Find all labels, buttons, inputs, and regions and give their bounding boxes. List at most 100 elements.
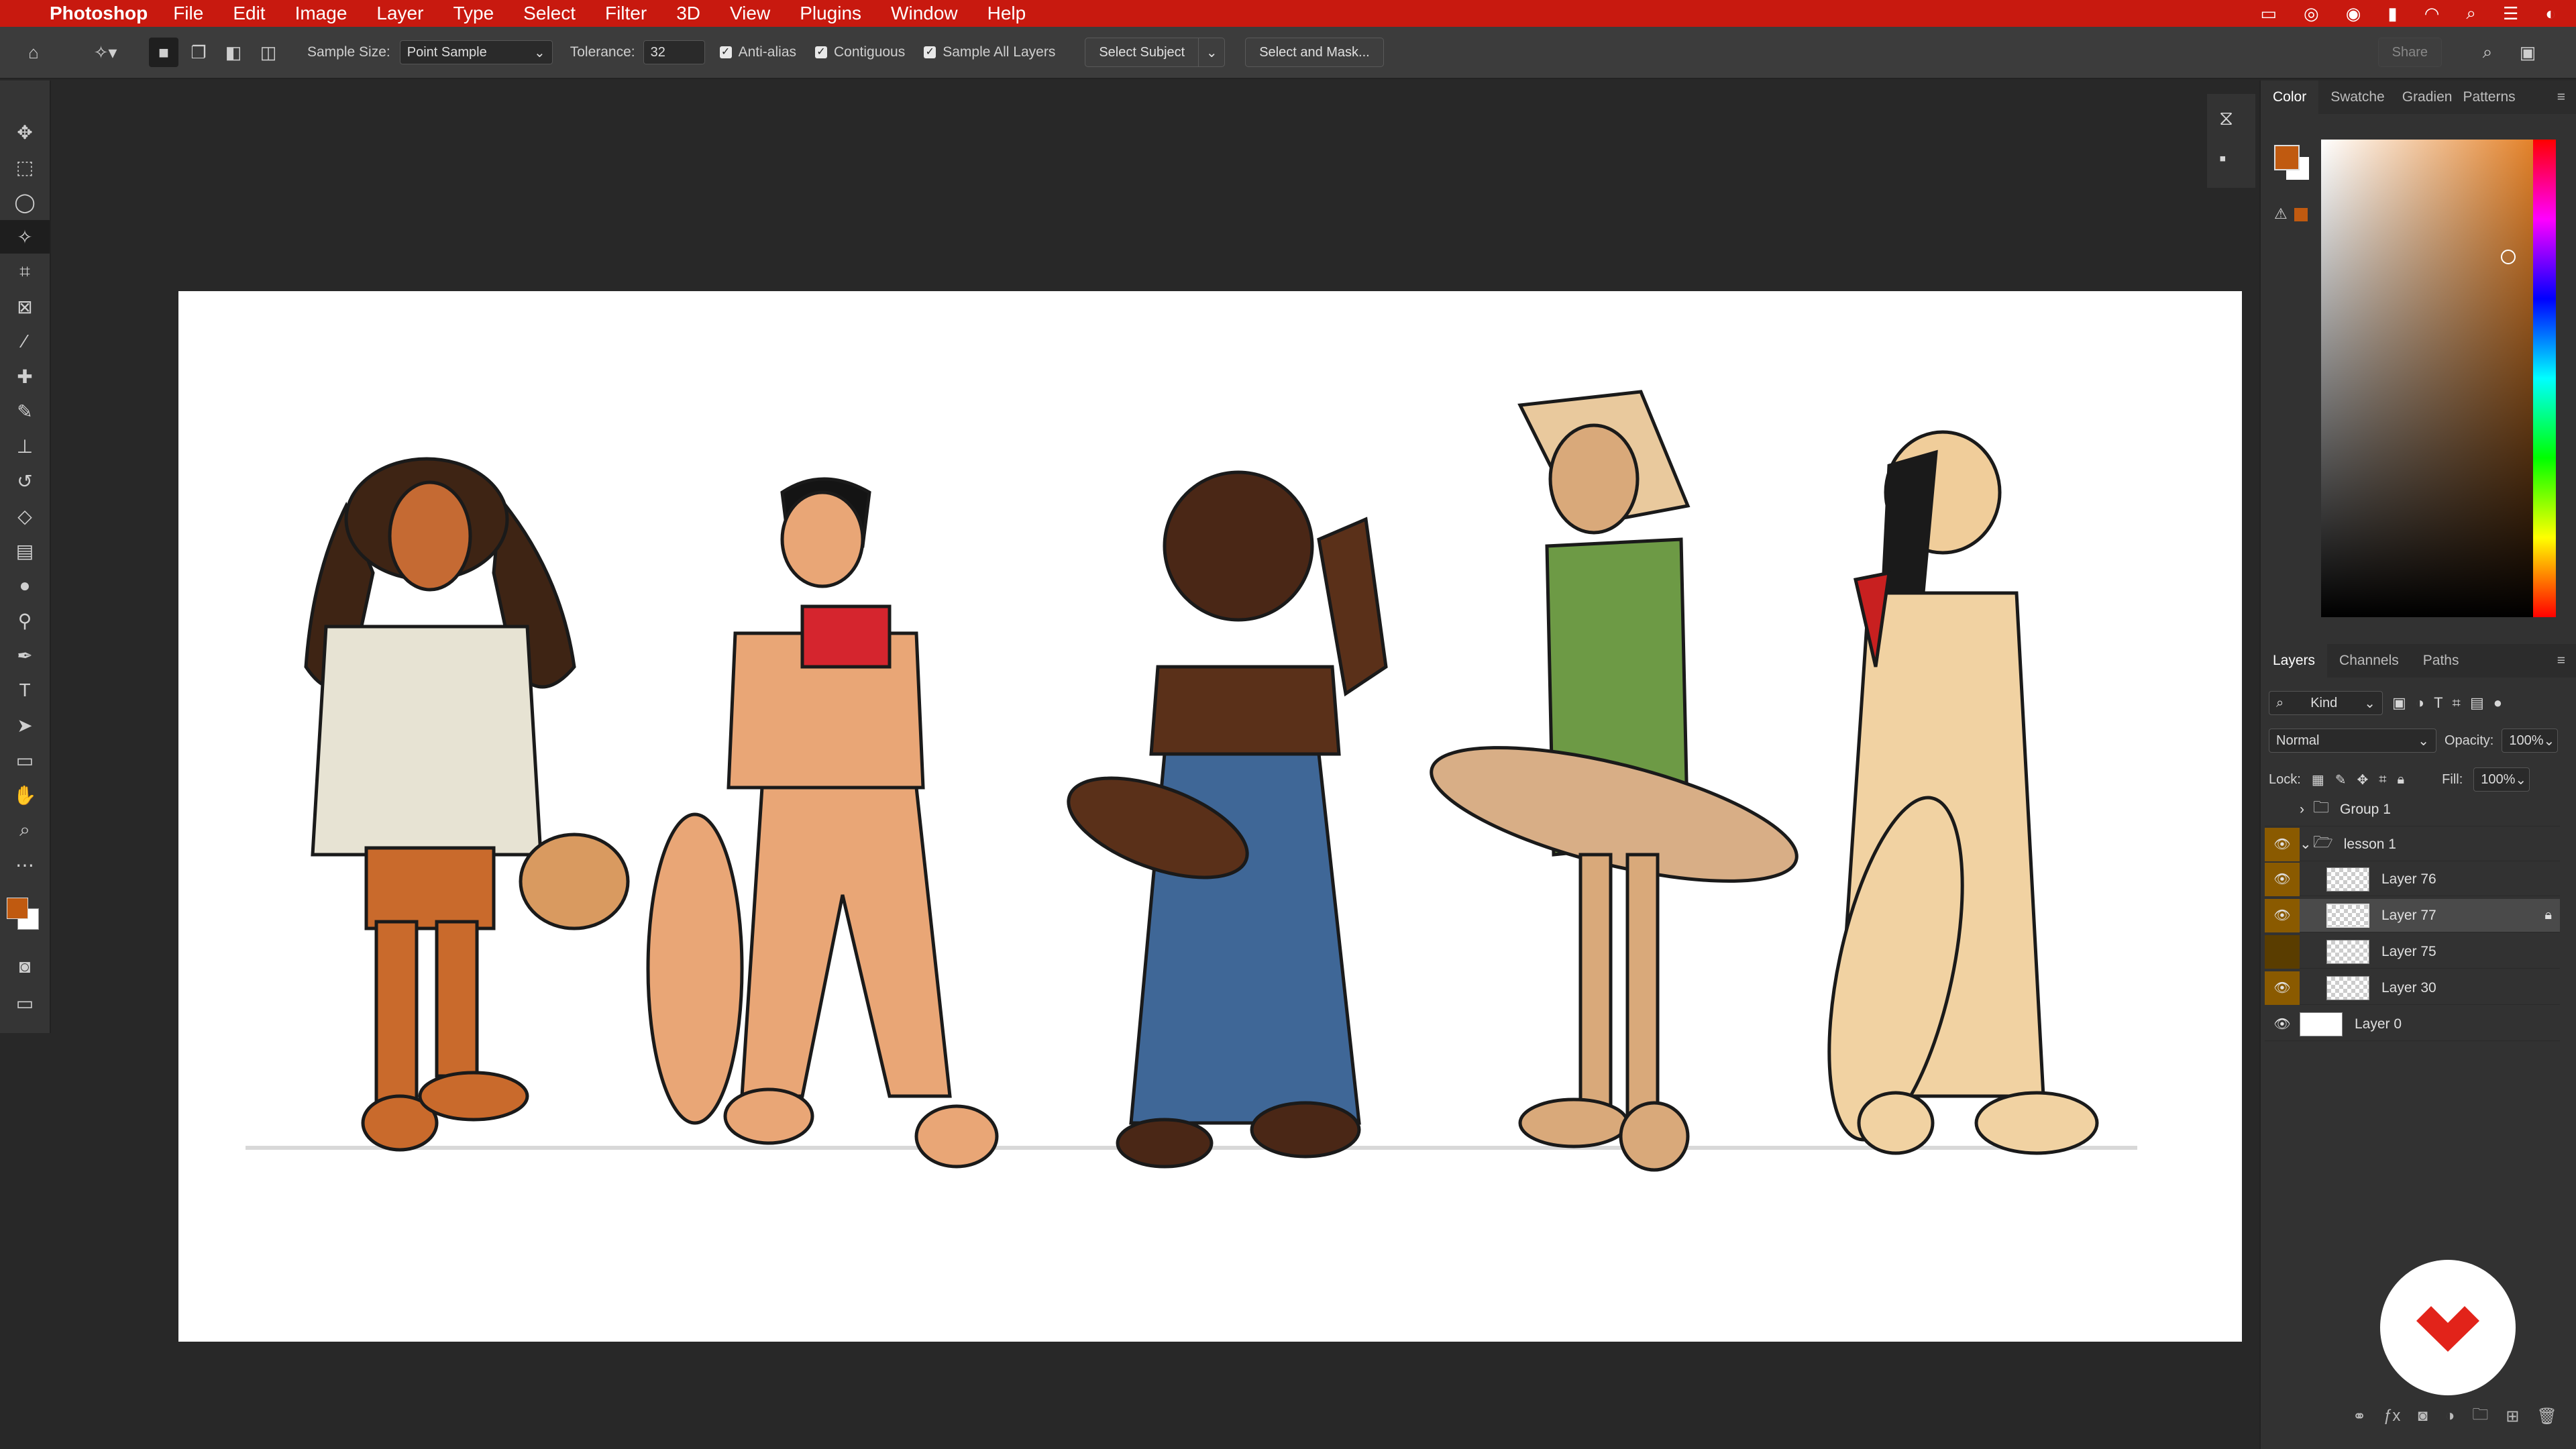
select-subject-button[interactable]: Select Subject: [1085, 38, 1199, 67]
type-tool-icon[interactable]: T: [0, 674, 50, 707]
lock-artboard-icon[interactable]: ⌗: [2379, 772, 2386, 788]
layer-row-layer-77[interactable]: 👁︎ Layer 77 🔒︎: [2265, 898, 2560, 932]
cc-sync-icon[interactable]: ◉: [2346, 3, 2361, 24]
tab-patterns[interactable]: Patterns: [2457, 89, 2520, 105]
more-tools-icon[interactable]: ⋯: [0, 848, 50, 881]
menu-plugins[interactable]: Plugins: [800, 3, 861, 24]
add-to-selection-icon[interactable]: ❐: [184, 38, 213, 67]
dodge-tool-icon[interactable]: ⚲: [0, 604, 50, 637]
spotlight-search-icon[interactable]: ⌕: [2466, 3, 2476, 24]
filter-toggle-icon[interactable]: ●: [2493, 694, 2502, 712]
layer-row-lesson-1[interactable]: 👁︎ ⌄ 🗁 lesson 1: [2265, 827, 2560, 861]
anti-alias-checkbox[interactable]: ✓ Anti-alias: [719, 44, 796, 60]
filter-type-icon[interactable]: T: [2434, 694, 2443, 712]
fill-input[interactable]: 100% ⌄: [2473, 767, 2530, 792]
menu-image[interactable]: Image: [295, 3, 347, 24]
path-selection-tool-icon[interactable]: ➤: [0, 708, 50, 742]
panel-menu-icon[interactable]: ≡: [2545, 653, 2576, 669]
tab-layers[interactable]: Layers: [2261, 644, 2328, 678]
link-layers-icon[interactable]: ⚭: [2353, 1407, 2366, 1426]
new-group-icon[interactable]: 🗀: [2472, 1403, 2488, 1430]
tab-channels[interactable]: Channels: [2327, 653, 2411, 669]
zoom-tool-icon[interactable]: ⌕: [0, 813, 50, 847]
chevron-right-icon[interactable]: ›: [2300, 802, 2313, 818]
eye-icon[interactable]: 👁︎: [2265, 1008, 2300, 1041]
foreground-color-swatch[interactable]: [2274, 145, 2300, 170]
gradient-tool-icon[interactable]: ▤: [0, 534, 50, 568]
lock-pixels-icon[interactable]: ✎: [2335, 771, 2347, 788]
blur-tool-icon[interactable]: ●: [0, 569, 50, 602]
color-picker-field[interactable]: [2321, 140, 2556, 617]
eye-icon[interactable]: 👁︎: [2265, 971, 2300, 1005]
battery-icon[interactable]: ▮: [2387, 3, 2397, 24]
rectangle-tool-icon[interactable]: ▭: [0, 743, 50, 777]
magic-wand-tool-icon[interactable]: ✧: [0, 220, 50, 254]
crop-tool-icon[interactable]: ⌗: [0, 255, 50, 288]
opacity-input[interactable]: 100% ⌄: [2502, 729, 2559, 753]
eye-icon[interactable]: 👁︎: [2265, 827, 2300, 861]
tab-gradients[interactable]: Gradien: [2397, 89, 2458, 105]
wifi-icon[interactable]: ◠: [2424, 3, 2440, 24]
search-icon[interactable]: ⌕: [2473, 38, 2502, 67]
foreground-color-swatch[interactable]: [7, 898, 28, 919]
panel-menu-icon[interactable]: ≡: [2545, 89, 2576, 105]
share-button[interactable]: Share: [2377, 38, 2442, 67]
add-mask-icon[interactable]: ◙: [2418, 1407, 2428, 1426]
brush-tool-icon[interactable]: ✎: [0, 394, 50, 428]
select-subject-dropdown[interactable]: ⌄: [1198, 38, 1226, 67]
magic-wand-preset-icon[interactable]: ✧▾: [82, 38, 129, 67]
canvas[interactable]: [178, 291, 2242, 1342]
visibility-toggle-off[interactable]: [2265, 934, 2300, 969]
lock-all-icon[interactable]: 🔒︎: [2398, 772, 2405, 788]
hand-tool-icon[interactable]: ✋: [0, 778, 50, 812]
healing-brush-tool-icon[interactable]: ✚: [0, 360, 50, 393]
filter-shape-icon[interactable]: ⌗: [2453, 694, 2461, 712]
chevron-down-icon[interactable]: ⌄: [2300, 836, 2313, 853]
lasso-tool-icon[interactable]: ◯: [0, 185, 50, 219]
color-panel-swatches[interactable]: [2274, 145, 2312, 182]
app-name-menu[interactable]: Photoshop: [50, 3, 148, 24]
layer-row-group-1[interactable]: › 🗀 Group 1: [2265, 793, 2560, 826]
hue-slider[interactable]: [2533, 140, 2556, 617]
eraser-tool-icon[interactable]: ◇: [0, 499, 50, 533]
gamut-warning-icon[interactable]: ⚠: [2274, 205, 2288, 223]
control-center-icon[interactable]: ☰: [2503, 3, 2518, 24]
history-brush-tool-icon[interactable]: ↺: [0, 464, 50, 498]
clone-stamp-tool-icon[interactable]: ⊥: [0, 429, 50, 463]
screen-mode-icon[interactable]: ▭: [0, 986, 50, 1020]
filter-pixel-icon[interactable]: ▣: [2392, 694, 2406, 712]
history-icon[interactable]: ⧖: [2219, 107, 2233, 130]
gamut-color-swatch[interactable]: [2294, 208, 2308, 221]
menu-view[interactable]: View: [730, 3, 770, 24]
frame-tool-icon[interactable]: ⊠: [0, 290, 50, 323]
layer-row-layer-75[interactable]: Layer 75: [2265, 934, 2560, 969]
menu-help[interactable]: Help: [987, 3, 1026, 24]
pen-tool-icon[interactable]: ✒: [0, 639, 50, 672]
new-selection-icon[interactable]: ■: [149, 38, 178, 67]
menu-edit[interactable]: Edit: [233, 3, 265, 24]
layer-row-layer-0[interactable]: 👁︎ Layer 0: [2265, 1008, 2560, 1041]
comments-icon[interactable]: ▪: [2219, 148, 2226, 170]
menu-filter[interactable]: Filter: [605, 3, 647, 24]
menu-type[interactable]: Type: [453, 3, 494, 24]
lock-transparent-icon[interactable]: ▦: [2312, 771, 2324, 788]
workspace-icon[interactable]: ▣: [2513, 38, 2542, 67]
color-picker-cursor[interactable]: [2501, 250, 2516, 264]
filter-adjustment-icon[interactable]: ◑: [2416, 694, 2424, 712]
intersect-selection-icon[interactable]: ◫: [254, 38, 283, 67]
menu-window[interactable]: Window: [891, 3, 958, 24]
fx-icon[interactable]: ƒx: [2383, 1407, 2400, 1426]
menu-select[interactable]: Select: [523, 3, 576, 24]
trash-icon[interactable]: 🗑︎: [2537, 1407, 2557, 1426]
contiguous-checkbox[interactable]: ✓ Contiguous: [815, 44, 905, 60]
select-and-mask-button[interactable]: Select and Mask...: [1245, 38, 1384, 67]
menu-3d[interactable]: 3D: [676, 3, 700, 24]
home-icon[interactable]: ⌂: [19, 38, 48, 67]
new-layer-icon[interactable]: ⊞: [2506, 1407, 2519, 1426]
filter-smart-object-icon[interactable]: ▤: [2470, 694, 2484, 712]
subtract-from-selection-icon[interactable]: ◧: [219, 38, 248, 67]
adjustment-layer-icon[interactable]: ◑: [2445, 1407, 2455, 1426]
menu-file[interactable]: File: [173, 3, 203, 24]
layer-row-layer-30[interactable]: 👁︎ Layer 30: [2265, 971, 2560, 1005]
quick-mask-icon[interactable]: ◙: [0, 950, 50, 983]
